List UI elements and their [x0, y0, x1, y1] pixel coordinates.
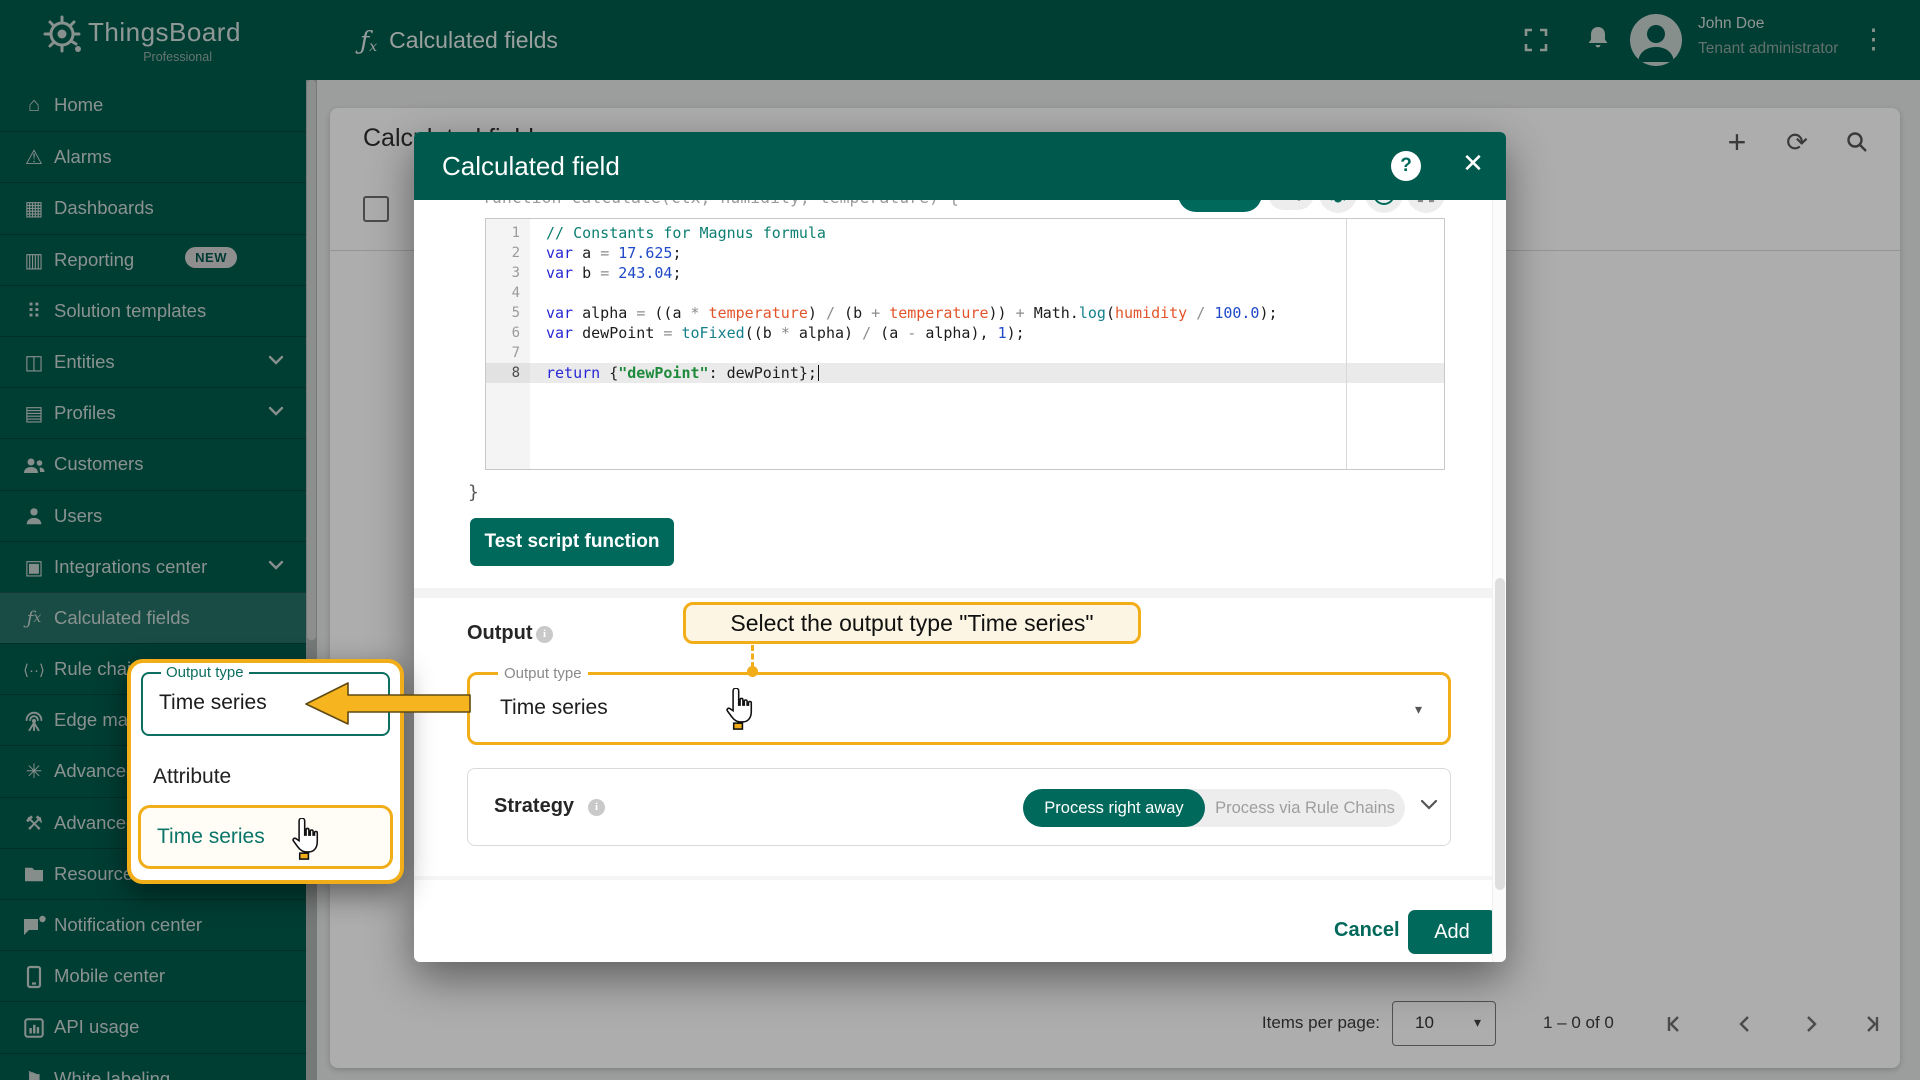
- callout-connector-dot: [747, 666, 758, 677]
- closing-brace: }: [468, 482, 479, 503]
- option-time-series[interactable]: Time series: [138, 805, 393, 869]
- footer-divider: [414, 876, 1506, 880]
- strategy-card: Strategy i Process right away Process vi…: [467, 768, 1451, 846]
- code-lines[interactable]: // Constants for Magnus formulavar a = 1…: [530, 219, 1444, 469]
- output-section-label: Output: [467, 622, 533, 645]
- close-icon[interactable]: ✕: [1458, 148, 1488, 179]
- output-type-select[interactable]: Output type Time series ▾: [467, 672, 1451, 745]
- cancel-button[interactable]: Cancel: [1328, 918, 1406, 943]
- editor-divider: [1346, 219, 1347, 469]
- dialog-header: Calculated field ? ✕: [414, 132, 1506, 200]
- strategy-section-label: Strategy: [494, 795, 574, 818]
- output-type-value: Time series: [500, 696, 608, 720]
- option-label: Time series: [157, 825, 265, 849]
- thingsboard-app: ThingsBoard Professional ƒx Calculated f…: [0, 0, 1920, 1080]
- strategy-expand-icon[interactable]: [1420, 799, 1438, 811]
- strategy-process-right-away[interactable]: Process right away: [1023, 789, 1205, 827]
- output-type-field-label: Output type: [498, 665, 588, 682]
- script-code-editor[interactable]: 12345678 // Constants for Magnus formula…: [485, 218, 1445, 470]
- section-divider: [414, 588, 1506, 598]
- add-button[interactable]: Add: [1408, 910, 1496, 954]
- callout-connector: [751, 645, 754, 668]
- caret-down-icon: ▾: [1415, 701, 1422, 718]
- output-type-value: Time series: [159, 691, 267, 715]
- strategy-process-via-rule-chains[interactable]: Process via Rule Chains: [1205, 789, 1405, 827]
- strategy-toggle-group: Process right away Process via Rule Chai…: [1023, 789, 1405, 827]
- test-script-function-button[interactable]: Test script function: [470, 518, 674, 566]
- line-number-gutter: 12345678: [486, 219, 530, 469]
- option-attribute[interactable]: Attribute: [153, 765, 231, 789]
- output-type-field-label: Output type: [161, 664, 249, 681]
- dialog-help-icon[interactable]: ?: [1391, 151, 1421, 181]
- strategy-info-icon[interactable]: i: [588, 799, 605, 816]
- dialog-scrollbar[interactable]: [1492, 200, 1506, 962]
- cursor-hand-icon: [722, 688, 756, 730]
- tutorial-arrow: [300, 678, 472, 730]
- cursor-hand-icon: [288, 818, 322, 860]
- calculated-field-dialog: function calculate(ctx, humidity, temper…: [414, 132, 1506, 962]
- output-info-icon[interactable]: i: [536, 626, 553, 643]
- tutorial-callout: Select the output type "Time series": [683, 602, 1141, 644]
- scrollbar-thumb[interactable]: [1495, 578, 1505, 890]
- dialog-title: Calculated field: [442, 132, 620, 200]
